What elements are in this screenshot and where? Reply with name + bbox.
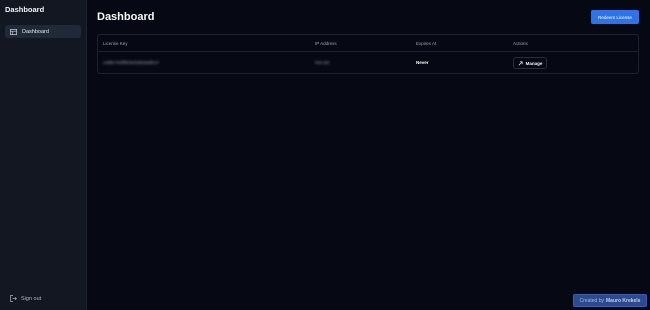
column-header-actions: Actions [513,41,528,46]
sign-out-label: Sign out [21,295,42,302]
licenses-table: License Key IP Address Expires At Action… [97,34,639,74]
manage-button-label: Manage [525,60,543,66]
sidebar-item-label: Dashboard [22,28,49,35]
sidebar: Dashboard Dashboard Sign out [0,0,87,310]
license-key-cell: c4d8c7e0f5b3e0a9e9a8bc4 [103,60,159,65]
table-row: c4d8c7e0f5b3e0a9e9a8bc4 Not set Never Ma… [98,52,638,74]
column-header-expires-at: Expires At [416,41,437,46]
credit-name: Mauro Krekels [606,297,641,304]
credit-badge[interactable]: Created by Mauro Krekels [573,294,647,307]
ip-address-cell: Not set [315,60,330,65]
table-header: License Key IP Address Expires At Action… [98,35,638,52]
sidebar-brand: Dashboard [5,5,45,14]
arrow-up-right-icon [518,60,523,66]
redeem-license-button[interactable]: Redeem License [591,10,639,24]
expires-at-cell: Never [416,60,429,65]
column-header-license-key: License Key [103,41,128,46]
dashboard-icon [10,28,17,35]
sign-out-icon [10,295,17,302]
column-header-ip-address: IP Address [315,41,337,46]
credit-prefix: Created by [579,297,604,304]
main-content: Dashboard Redeem License License Key IP … [87,0,650,310]
page-title: Dashboard [97,11,155,23]
manage-button[interactable]: Manage [513,57,547,69]
sign-out-button[interactable]: Sign out [10,294,41,303]
sidebar-item-dashboard[interactable]: Dashboard [5,25,81,38]
